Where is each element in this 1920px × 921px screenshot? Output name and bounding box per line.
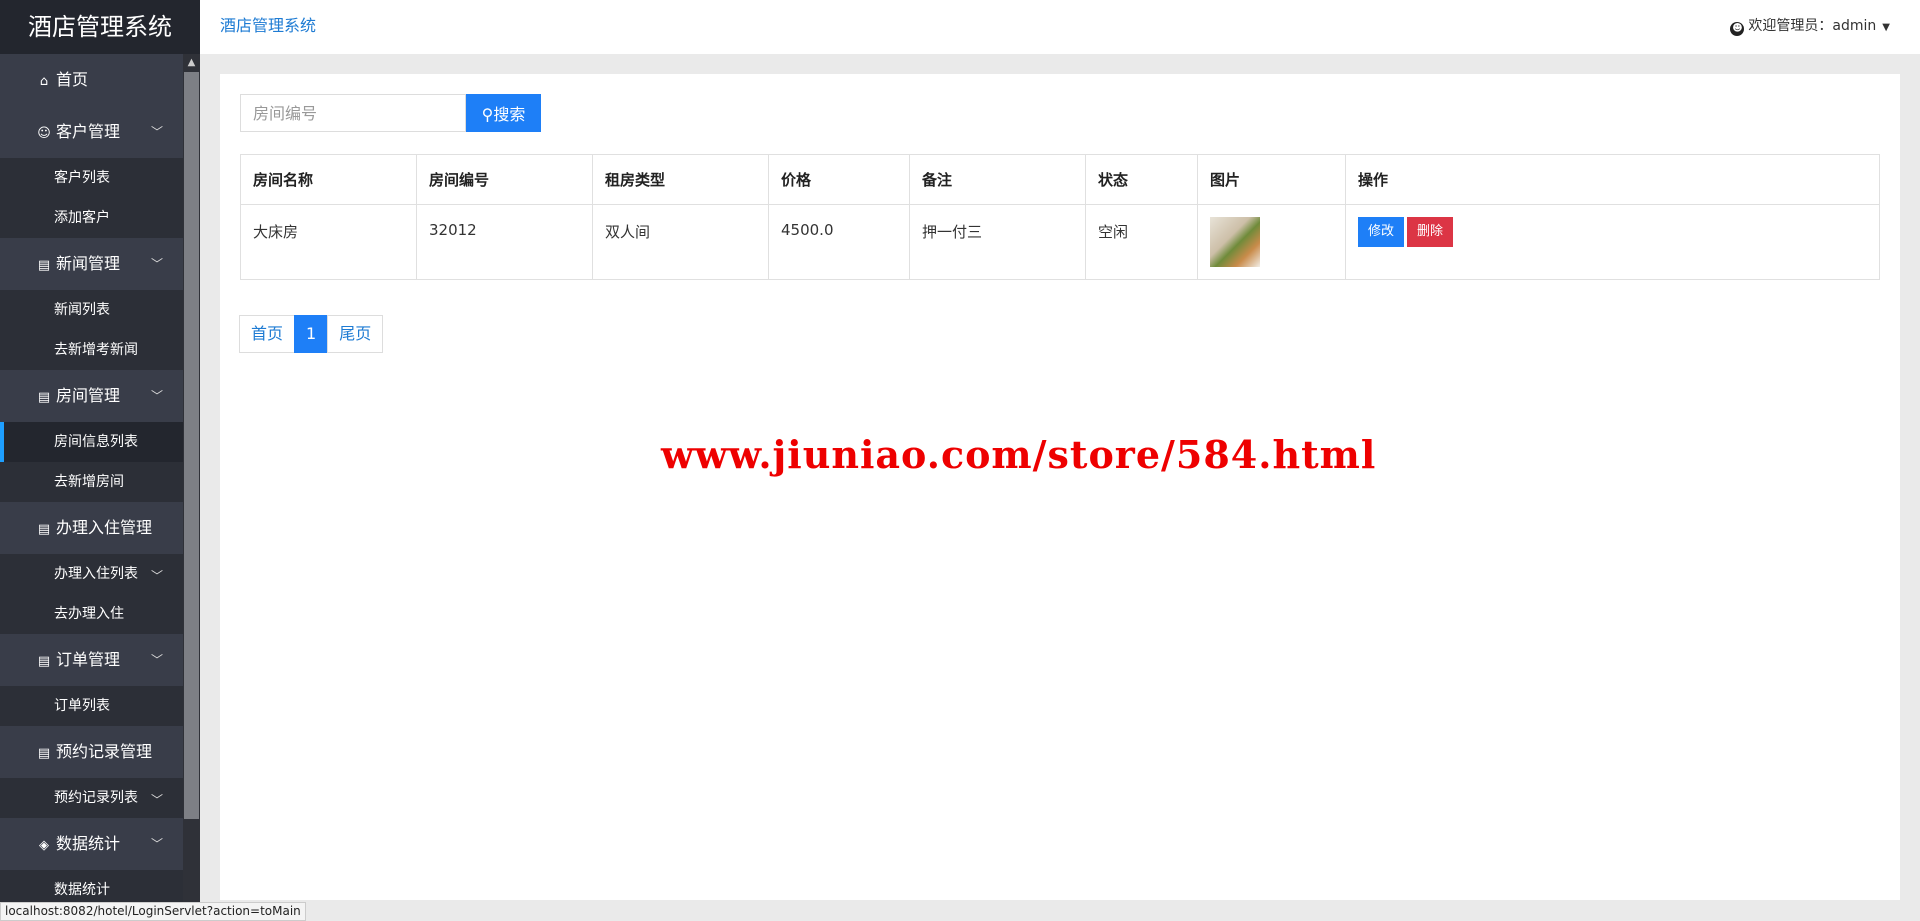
chevron-down-icon: ﹀ — [150, 653, 163, 667]
sidebar-item[interactable]: 办理入住列表 ﹀ — [0, 554, 183, 594]
column-header: 状态 — [1085, 154, 1198, 205]
sidebar: 酒店管理系统 ⌂ 首页 ☺ 客户管理 ﹀ 客户列表添加客户 ▤ 新闻管理 ﹀ 新闻列表去新增考新闻… — [0, 0, 200, 921]
user-icon: ☺ — [37, 126, 51, 141]
status-bar-url: localhost:8082/hotel/LoginServlet?action… — [0, 902, 306, 921]
table-header-row: 房间名称 房间编号 租房类型 价格 备注 状态 图片 操作 — [240, 154, 1880, 205]
sidebar-group-5[interactable]: ▤ 订单管理 ﹀ — [0, 634, 183, 686]
chevron-down-icon: ﹀ — [150, 793, 163, 807]
search-icon: ⚲ — [481, 105, 494, 124]
sidebar-item-label: 客户列表 — [54, 170, 110, 186]
sidebar-item-label: 订单列表 — [54, 698, 110, 714]
room-name-cell: 大床房 — [240, 204, 417, 280]
watermark: www.jiuniao.com/store/584.html — [661, 432, 1377, 477]
pagination: 首页 1 尾页 — [239, 315, 384, 353]
scroll-up-icon[interactable]: ▲ — [183, 54, 200, 71]
chevron-down-icon: ﹀ — [150, 837, 163, 851]
sidebar-item[interactable]: 客户列表 — [0, 158, 183, 198]
sidebar-item[interactable]: 新闻列表 — [0, 290, 183, 330]
scroll-thumb[interactable] — [184, 72, 199, 819]
sidebar-item-label: 预约记录列表 — [54, 790, 138, 806]
sidebar-item[interactable]: 去办理入住 — [0, 594, 183, 634]
sidebar-menu: ⌂ 首页 ☺ 客户管理 ﹀ 客户列表添加客户 ▤ 新闻管理 ﹀ 新闻列表去新增考新闻 ▤ 房间管理 ﹀ 房… — [0, 54, 183, 921]
sidebar-group-2[interactable]: ▤ 新闻管理 ﹀ — [0, 238, 183, 290]
sidebar-group-7[interactable]: ◈ 数据统计 ﹀ — [0, 818, 183, 870]
room-table: 房间名称 房间编号 租房类型 价格 备注 状态 图片 操作 大床房 32012 … — [240, 154, 1880, 280]
sidebar-item-label: 去办理入住 — [54, 606, 124, 622]
sidebar-item-label: 去新增房间 — [54, 474, 124, 490]
image-cell — [1197, 204, 1346, 280]
column-header: 备注 — [909, 154, 1086, 205]
main-content: ⚲搜索 房间名称 房间编号 租房类型 价格 备注 状态 图片 操作 大床房 32… — [220, 74, 1900, 900]
sidebar-group-label: 客户管理 — [56, 122, 121, 141]
document-icon: ▤ — [37, 522, 51, 537]
chevron-down-icon: ﹀ — [150, 389, 163, 403]
header-title-link[interactable]: 酒店管理系统 — [220, 12, 316, 36]
search-button-label: 搜索 — [493, 105, 526, 124]
room-thumbnail[interactable] — [1210, 217, 1260, 267]
welcome-text: 欢迎管理员：admin — [1748, 18, 1877, 34]
room-type-cell: 双人间 — [592, 204, 769, 280]
column-header: 价格 — [768, 154, 910, 205]
document-icon: ▤ — [37, 390, 51, 405]
last-page-link[interactable]: 尾页 — [327, 315, 384, 353]
actions-cell: 修改 删除 — [1345, 204, 1880, 280]
smile-icon: ☻ — [1730, 22, 1745, 36]
column-header: 房间名称 — [240, 154, 417, 205]
sidebar-group-4[interactable]: ▤ 办理入住管理 — [0, 502, 183, 554]
caret-down-icon: ▼ — [1882, 22, 1890, 33]
document-icon: ▤ — [37, 746, 51, 761]
column-header: 租房类型 — [592, 154, 769, 205]
sidebar-group-0[interactable]: ⌂ 首页 — [0, 54, 183, 106]
user-menu[interactable]: ☻ 欢迎管理员：admin ▼ — [1730, 15, 1890, 36]
sidebar-item-label: 房间信息列表 — [54, 434, 138, 450]
sidebar-item-label: 添加客户 — [54, 210, 110, 226]
sidebar-item[interactable]: 去新增房间 — [0, 462, 183, 502]
sidebar-item[interactable]: 添加客户 — [0, 198, 183, 238]
sidebar-item-label: 去新增考新闻 — [54, 342, 138, 358]
sidebar-group-label: 预约记录管理 — [56, 742, 153, 761]
chevron-down-icon: ﹀ — [150, 125, 163, 139]
price-cell: 4500.0 — [768, 204, 910, 280]
sidebar-group-label: 办理入住管理 — [56, 518, 153, 537]
sidebar-item[interactable]: 房间信息列表 — [0, 422, 183, 462]
edit-button[interactable]: 修改 — [1358, 217, 1405, 247]
top-header: 酒店管理系统 ☻ 欢迎管理员：admin ▼ — [200, 0, 1920, 54]
chevron-down-icon: ﹀ — [150, 257, 163, 271]
sidebar-group-1[interactable]: ☺ 客户管理 ﹀ — [0, 106, 183, 158]
first-page-link[interactable]: 首页 — [239, 315, 296, 353]
note-cell: 押一付三 — [909, 204, 1086, 280]
room-number-cell: 32012 — [416, 204, 593, 280]
document-icon: ▤ — [37, 654, 51, 669]
home-icon: ⌂ — [39, 74, 49, 89]
search-button[interactable]: ⚲搜索 — [466, 94, 541, 132]
sidebar-group-label: 新闻管理 — [56, 254, 121, 273]
column-header: 操作 — [1345, 154, 1880, 205]
sidebar-group-label: 数据统计 — [56, 834, 121, 853]
sidebar-group-3[interactable]: ▤ 房间管理 ﹀ — [0, 370, 183, 422]
sidebar-item[interactable]: 预约记录列表 ﹀ — [0, 778, 183, 818]
sidebar-item[interactable]: 去新增考新闻 — [0, 330, 183, 370]
room-number-search-input[interactable] — [240, 94, 466, 132]
sidebar-item-label: 办理入住列表 — [54, 566, 138, 582]
column-header: 图片 — [1197, 154, 1346, 205]
sidebar-item-label: 数据统计 — [54, 882, 110, 898]
layers-icon: ◈ — [39, 838, 49, 853]
sidebar-group-6[interactable]: ▤ 预约记录管理 — [0, 726, 183, 778]
sidebar-scrollbar[interactable]: ▲ — [183, 54, 200, 921]
sidebar-item-label: 新闻列表 — [54, 302, 110, 318]
sidebar-group-label: 首页 — [56, 70, 89, 89]
delete-button[interactable]: 删除 — [1407, 217, 1454, 247]
sidebar-item[interactable]: 订单列表 — [0, 686, 183, 726]
status-cell: 空闲 — [1085, 204, 1198, 280]
table-row: 大床房 32012 双人间 4500.0 押一付三 空闲 修改 删除 — [240, 204, 1880, 280]
current-page[interactable]: 1 — [294, 315, 329, 353]
column-header: 房间编号 — [416, 154, 593, 205]
logo: 酒店管理系统 — [0, 0, 200, 54]
sidebar-group-label: 订单管理 — [56, 650, 121, 669]
chevron-down-icon: ﹀ — [150, 569, 163, 583]
document-icon: ▤ — [37, 258, 51, 273]
sidebar-group-label: 房间管理 — [56, 386, 121, 405]
